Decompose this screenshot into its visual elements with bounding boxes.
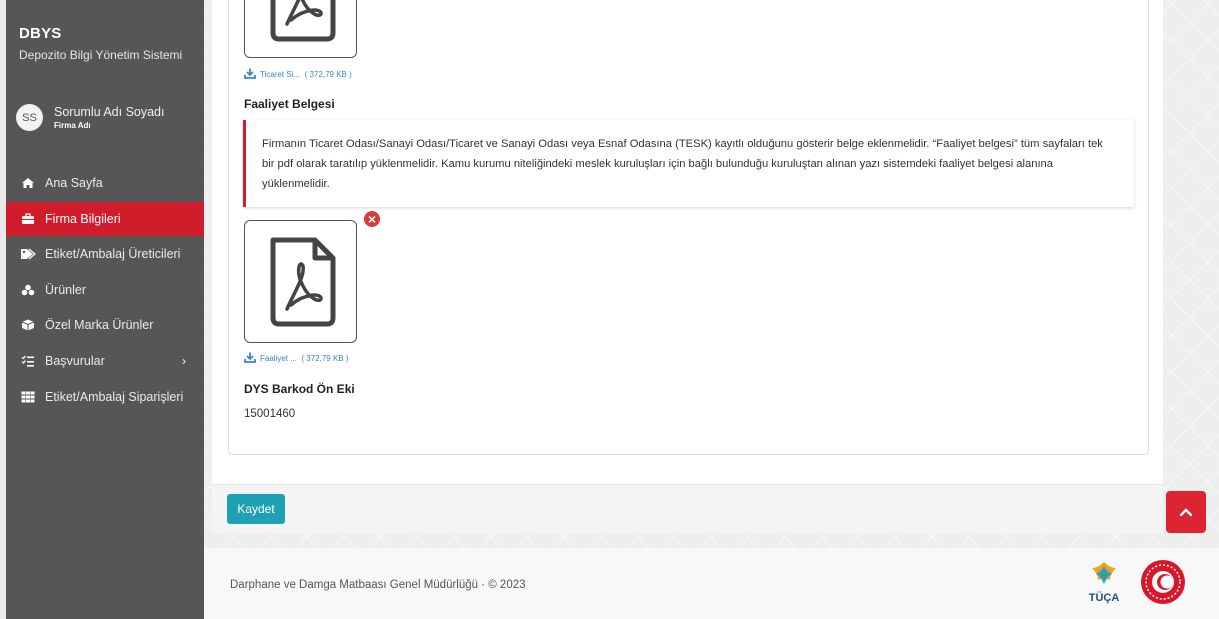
- sidebar-item-label: Firma Bilgileri: [45, 211, 121, 226]
- user-profile[interactable]: SS Sorumlu Adı Soyadı Firma Adı: [16, 104, 164, 131]
- close-icon: ×: [367, 211, 377, 227]
- copyright-text: Darphane ve Damga Matbaası Genel Müdürlü…: [230, 579, 526, 591]
- chevron-up-icon: [1179, 508, 1193, 517]
- pdf-file-icon: [270, 0, 336, 42]
- page-footer: Darphane ve Damga Matbaası Genel Müdürlü…: [204, 548, 1219, 619]
- form-actions-bar: [212, 484, 1163, 534]
- brand-subtitle: Depozito Bilgi Yönetim Sistemi: [19, 48, 183, 62]
- sidebar-item-firma-bilgileri[interactable]: Firma Bilgileri: [6, 201, 204, 236]
- sidebar-item-etiket-ambalaj-siparisleri[interactable]: Etiket/Ambalaj Siparişleri: [6, 380, 204, 414]
- main-panel: Ticaret Si... ( 372,79 KB ) Faaliyet Bel…: [212, 0, 1163, 534]
- faaliyet-info-alert: Firmanın Ticaret Odası/Sanayi Odası/Tica…: [243, 120, 1134, 207]
- file-size: ( 372,79 KB ): [301, 354, 349, 363]
- sidebar-item-basvurular[interactable]: Başvurular ›: [6, 344, 204, 378]
- download-icon: [244, 352, 256, 365]
- file-name: Faaliyet ...: [260, 354, 297, 363]
- sidebar-item-label: Etiket/Ambalaj Siparişleri: [45, 389, 184, 404]
- home-icon: [19, 177, 37, 189]
- faaliyet-download-link[interactable]: Faaliyet ... ( 372,79 KB ): [244, 352, 349, 365]
- file-size: ( 372,79 KB ): [304, 70, 352, 79]
- company-name: Firma Adı: [54, 121, 91, 130]
- ticaret-file-preview[interactable]: [244, 0, 357, 58]
- firma-bilgileri-card: Ticaret Si... ( 372,79 KB ) Faaliyet Bel…: [228, 0, 1149, 455]
- brand: DBYS Depozito Bilgi Yönetim Sistemi: [19, 25, 182, 62]
- chevron-right-icon: ›: [182, 353, 186, 368]
- brand-title: DBYS: [19, 25, 62, 42]
- box-icon: [19, 319, 37, 331]
- barkod-value: 15001460: [244, 408, 296, 420]
- file-name: Ticaret Si...: [260, 70, 301, 79]
- sidebar-menu: Ana Sayfa Firma Bilgileri Etiket/Ambalaj…: [6, 166, 204, 415]
- sidebar: DBYS Depozito Bilgi Yönetim Sistemi SS S…: [6, 0, 204, 619]
- sidebar-item-label: Etiket/Ambalaj Üreticileri: [45, 247, 181, 262]
- sidebar-item-etiket-ambalaj-ureticileri[interactable]: Etiket/Ambalaj Üreticileri: [6, 237, 204, 271]
- sidebar-item-label: Ana Sayfa: [45, 176, 103, 190]
- remove-file-button[interactable]: ×: [362, 209, 382, 229]
- faaliyet-title: Faaliyet Belgesi: [244, 97, 335, 111]
- scroll-to-top-button[interactable]: [1166, 491, 1206, 533]
- sidebar-item-ozel-marka-urunler[interactable]: Özel Marka Ürünler: [6, 308, 204, 342]
- briefcase-icon: [19, 212, 37, 225]
- faaliyet-file-preview[interactable]: [244, 220, 357, 343]
- sidebar-item-label: Başvurular: [45, 353, 105, 368]
- tuca-logo: TÜÇA: [1086, 558, 1122, 612]
- avatar: SS: [16, 104, 43, 131]
- cubes-icon: [19, 284, 37, 296]
- tuca-logo-text: TÜÇA: [1088, 592, 1120, 604]
- user-name: Sorumlu Adı Soyadı: [54, 105, 165, 119]
- ticaret-download-link[interactable]: Ticaret Si... ( 372,79 KB ): [244, 68, 352, 81]
- tasks-icon: [19, 355, 37, 367]
- grid-icon: [19, 391, 37, 403]
- sidebar-item-urunler[interactable]: Ürünler: [6, 273, 204, 307]
- sidebar-item-ana-sayfa[interactable]: Ana Sayfa: [6, 166, 204, 200]
- pdf-file-icon: [270, 237, 336, 327]
- sidebar-item-label: Özel Marka Ürünler: [45, 318, 154, 333]
- barkod-title: DYS Barkod Ön Eki: [244, 382, 355, 396]
- faaliyet-info-text: Firmanın Ticaret Odası/Sanayi Odası/Tica…: [262, 138, 1103, 190]
- sidebar-item-label: Ürünler: [45, 282, 86, 297]
- tags-icon: [19, 248, 37, 260]
- ministry-seal-logo: [1139, 558, 1187, 606]
- download-icon: [244, 68, 256, 81]
- save-button[interactable]: Kaydet: [227, 494, 285, 524]
